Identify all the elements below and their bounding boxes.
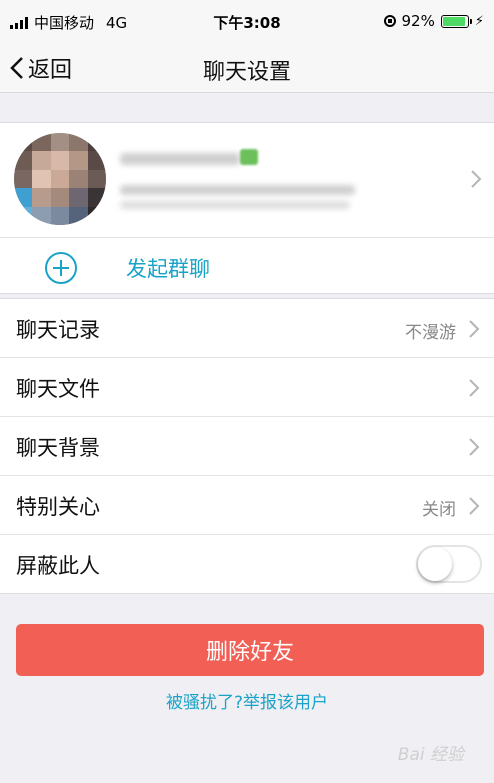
chevron-right-icon — [469, 438, 480, 456]
nickname-blurred — [120, 153, 240, 165]
chevron-right-icon — [469, 320, 480, 338]
vip-icon — [240, 149, 258, 165]
charging-icon: ⚡ — [474, 13, 484, 29]
battery-icon — [440, 14, 472, 28]
signature-blurred — [120, 185, 355, 195]
row-value: 不漫游 — [405, 323, 456, 343]
orientation-lock-icon — [383, 15, 396, 27]
chevron-right-icon — [469, 379, 480, 397]
block-user-row: 屏蔽此人 — [0, 535, 494, 593]
special-care-row[interactable]: 特别关心 关闭 — [0, 476, 494, 535]
settings-list: 聊天记录 不漫游 聊天文件 聊天背景 特别关心 关闭 屏蔽此人 — [0, 298, 494, 594]
chat-files-row[interactable]: 聊天文件 — [0, 358, 494, 417]
status-bar: 中国移动 4G 下午3:08 92% ⚡ — [0, 0, 494, 44]
chat-background-row[interactable]: 聊天背景 — [0, 417, 494, 476]
avatar[interactable] — [14, 133, 106, 225]
profile-card[interactable]: 发起群聊 — [0, 122, 494, 294]
block-user-toggle[interactable] — [416, 545, 482, 583]
row-label: 屏蔽此人 — [16, 554, 100, 578]
chevron-right-icon — [469, 497, 480, 515]
chevron-right-icon — [471, 170, 482, 188]
start-group-chat-label: 发起群聊 — [126, 257, 210, 281]
page-title: 聊天设置 — [202, 60, 291, 85]
nav-bar: 返回 聊天设置 — [0, 44, 494, 93]
avatar-mosaic — [14, 133, 106, 225]
row-value: 关闭 — [422, 500, 456, 520]
add-circle-icon — [45, 252, 77, 284]
row-label: 聊天文件 — [16, 377, 100, 401]
status-right: 92% ⚡ — [383, 12, 484, 30]
signature-blurred-2 — [120, 201, 350, 209]
report-user-link[interactable]: 被骚扰了?举报该用户 — [0, 688, 494, 713]
delete-friend-button[interactable]: 删除好友 — [16, 624, 484, 676]
baidu-watermark: Bai 经验 — [397, 745, 464, 765]
toggle-knob — [418, 547, 452, 581]
chat-history-row[interactable]: 聊天记录 不漫游 — [0, 299, 494, 358]
row-label: 特别关心 — [16, 495, 100, 519]
battery-percent: 92% — [401, 12, 435, 30]
row-label: 聊天记录 — [16, 318, 100, 342]
row-label: 聊天背景 — [16, 436, 100, 460]
start-group-chat-row[interactable]: 发起群聊 — [0, 237, 494, 294]
